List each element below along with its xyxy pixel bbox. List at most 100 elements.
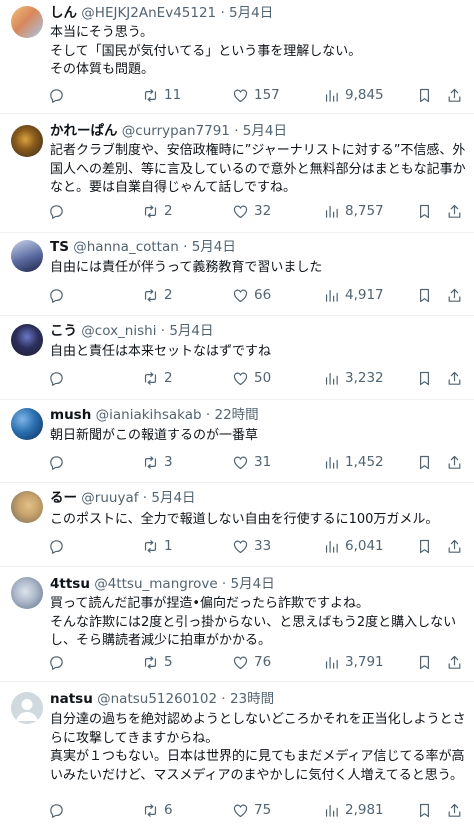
post-time[interactable]: 5月4日	[192, 239, 236, 255]
display-name[interactable]: 4ttsu	[50, 576, 90, 592]
reply-button[interactable]	[48, 651, 70, 673]
retweet-button[interactable]: 1	[142, 535, 173, 557]
user-handle[interactable]: @ruuyaf	[81, 490, 138, 506]
post-time[interactable]: 22時間	[214, 407, 258, 423]
share-icon	[446, 370, 463, 387]
share-button[interactable]	[446, 451, 463, 473]
post-time[interactable]: 5月4日	[229, 5, 273, 21]
reply-button[interactable]	[48, 200, 70, 222]
share-button[interactable]	[446, 651, 463, 673]
user-handle[interactable]: @cox_nishi	[81, 323, 156, 339]
reply-post[interactable]: 4ttsu @4ttsu_mangrove · 5月4日 買って読んだ記事が捏造…	[0, 567, 474, 682]
post-time[interactable]: 5月4日	[243, 123, 287, 139]
bookmark-button[interactable]	[416, 799, 433, 821]
user-handle[interactable]: @currypan7791	[122, 123, 230, 139]
like-button[interactable]: 50	[232, 367, 271, 389]
retweet-icon	[142, 87, 159, 104]
bookmark-button[interactable]	[416, 84, 433, 106]
reply-button[interactable]	[48, 84, 70, 106]
reply-post[interactable]: かれーぱん @currypan7791 · 5月4日 記者クラブ制度や、安倍政権…	[0, 114, 474, 233]
display-name[interactable]: natsu	[50, 691, 93, 707]
avatar[interactable]	[11, 408, 43, 440]
share-button[interactable]	[446, 84, 463, 106]
post-time[interactable]: 23時間	[230, 691, 274, 707]
share-button[interactable]	[446, 284, 463, 306]
post-header: mush @ianiakihsakab · 22時間	[50, 406, 464, 424]
like-button[interactable]: 75	[232, 799, 271, 821]
user-handle[interactable]: @natsu51260102	[97, 691, 217, 707]
reply-post[interactable]: しん @HEJKJ2AnEv45121 · 5月4日 本当にそう思う。 そして「…	[0, 0, 474, 114]
views-button[interactable]: 8,757	[323, 200, 384, 222]
retweet-button[interactable]: 5	[142, 651, 173, 673]
views-button[interactable]: 3,791	[323, 651, 384, 673]
bookmark-button[interactable]	[416, 651, 433, 673]
heart-icon	[232, 203, 249, 220]
views-button[interactable]: 9,845	[323, 84, 384, 106]
bookmark-button[interactable]	[416, 284, 433, 306]
user-handle[interactable]: @ianiakihsakab	[96, 407, 202, 423]
views-button[interactable]: 1,452	[323, 451, 384, 473]
bookmark-button[interactable]	[416, 200, 433, 222]
post-header: こう @cox_nishi · 5月4日	[50, 322, 464, 340]
like-button[interactable]: 66	[232, 284, 271, 306]
reply-post[interactable]: natsu @natsu51260102 · 23時間 自分達の過ちを絶対認めよ…	[0, 682, 474, 828]
views-button[interactable]: 4,917	[323, 284, 384, 306]
reply-icon	[48, 203, 65, 220]
display-name[interactable]: TS	[50, 239, 69, 255]
display-name[interactable]: かれーぱん	[50, 123, 118, 139]
retweet-button[interactable]: 11	[142, 84, 181, 106]
bookmark-button[interactable]	[416, 451, 433, 473]
reply-post[interactable]: mush @ianiakihsakab · 22時間 朝日新聞がこの報道するのが…	[0, 400, 474, 483]
avatar[interactable]	[11, 6, 43, 38]
post-time[interactable]: 5月4日	[231, 576, 275, 592]
display-name[interactable]: mush	[50, 407, 91, 423]
display-name[interactable]: こう	[50, 323, 77, 339]
display-name[interactable]: るー	[50, 490, 77, 506]
like-button[interactable]: 33	[232, 535, 271, 557]
user-handle[interactable]: @HEJKJ2AnEv45121	[81, 5, 216, 21]
share-button[interactable]	[446, 799, 463, 821]
retweet-button[interactable]: 2	[142, 284, 173, 306]
like-button[interactable]: 76	[232, 651, 271, 673]
views-button[interactable]: 6,041	[323, 535, 384, 557]
share-button[interactable]	[446, 535, 463, 557]
display-name[interactable]: しん	[50, 5, 77, 21]
post-text: 記者クラブ制度や、安倍政権時に”ジャーナリストに対する”不信感、外国人への差別、…	[50, 143, 466, 195]
user-handle[interactable]: @hanna_cottan	[73, 239, 179, 255]
post-time[interactable]: 5月4日	[169, 323, 213, 339]
avatar[interactable]	[11, 692, 43, 724]
reply-button[interactable]	[48, 367, 70, 389]
retweet-button[interactable]: 2	[142, 367, 173, 389]
reply-post[interactable]: るー @ruuyaf · 5月4日 このポストに、全力で報道しない自由を行使する…	[0, 483, 474, 567]
retweet-count: 11	[164, 87, 182, 103]
views-button[interactable]: 2,981	[323, 799, 384, 821]
reply-button[interactable]	[48, 451, 70, 473]
user-handle[interactable]: @4ttsu_mangrove	[94, 576, 217, 592]
avatar[interactable]	[11, 240, 43, 272]
avatar[interactable]	[11, 324, 43, 356]
reply-post[interactable]: TS @hanna_cottan · 5月4日 自由には責任が伴うって義務教育で…	[0, 233, 474, 316]
views-icon	[323, 87, 340, 104]
post-text: 自由には責任が伴うって義務教育で習いました	[50, 260, 323, 275]
share-button[interactable]	[446, 367, 463, 389]
bookmark-button[interactable]	[416, 367, 433, 389]
views-button[interactable]: 3,232	[323, 367, 384, 389]
share-icon	[446, 654, 463, 671]
reply-button[interactable]	[48, 284, 70, 306]
reply-post[interactable]: こう @cox_nishi · 5月4日 自由と責任は本来セットなはずですね 2…	[0, 316, 474, 400]
share-button[interactable]	[446, 200, 463, 222]
retweet-button[interactable]: 2	[142, 200, 173, 222]
reply-button[interactable]	[48, 535, 70, 557]
like-button[interactable]: 157	[232, 84, 280, 106]
avatar[interactable]	[11, 577, 43, 609]
bookmark-button[interactable]	[416, 535, 433, 557]
like-button[interactable]: 32	[232, 200, 271, 222]
like-button[interactable]: 31	[232, 451, 271, 473]
reply-button[interactable]	[48, 799, 70, 821]
retweet-button[interactable]: 3	[142, 451, 173, 473]
avatar[interactable]	[11, 491, 43, 523]
avatar[interactable]	[11, 125, 43, 157]
view-count: 9,845	[345, 87, 384, 103]
post-time[interactable]: 5月4日	[151, 490, 195, 506]
retweet-button[interactable]: 6	[142, 799, 173, 821]
